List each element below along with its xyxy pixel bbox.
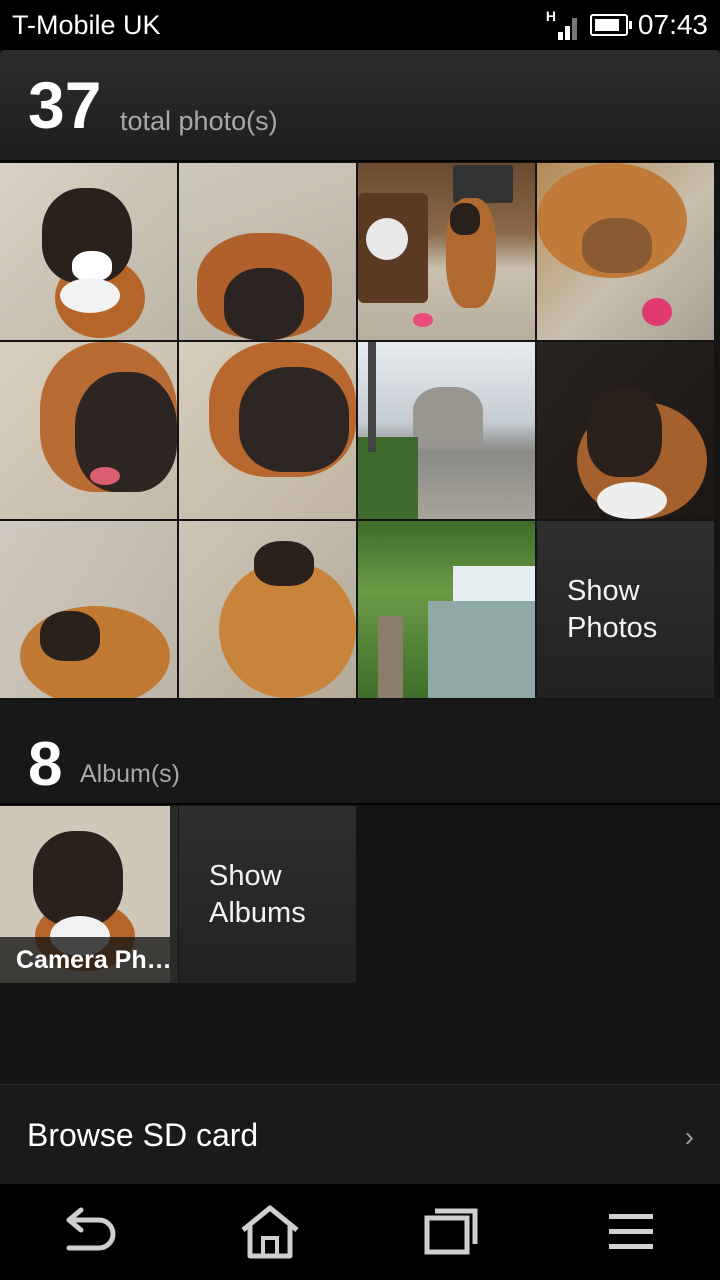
album-stack-edge	[170, 806, 178, 983]
status-icons: H 07:43	[546, 8, 708, 42]
album-count: 8	[28, 730, 63, 799]
browse-sd-card-label: Browse SD card	[27, 1117, 259, 1153]
photo-thumbnail[interactable]	[179, 342, 356, 519]
photo-thumbnail[interactable]	[0, 521, 177, 698]
status-bar: T-Mobile UK H 07:43	[0, 0, 720, 50]
show-photos-line1: Show	[567, 575, 640, 607]
albums-divider	[0, 803, 720, 805]
photo-thumbnail[interactable]	[0, 163, 177, 340]
photo-count: 37	[28, 68, 102, 142]
show-albums-line1: Show	[209, 860, 282, 892]
album-count-label: Album(s)	[80, 760, 181, 788]
show-photos-button[interactable]: Show Photos	[537, 521, 714, 698]
show-albums-button[interactable]: Show Albums	[179, 806, 356, 983]
show-albums-label: Show Albums	[209, 858, 306, 932]
clock: 07:43	[637, 9, 708, 40]
signal-icon: H	[545, 8, 580, 40]
photo-count-label: total photo(s)	[120, 106, 278, 136]
photo-thumbnail[interactable]	[537, 163, 714, 340]
photo-thumbnail[interactable]	[179, 163, 356, 340]
chevron-right-icon: ›	[684, 1121, 694, 1152]
browse-sd-card-row[interactable]: Browse SD card ›	[0, 1084, 720, 1185]
photo-thumbnail[interactable]	[358, 521, 535, 698]
battery-fill	[594, 19, 619, 31]
header-divider	[0, 160, 720, 162]
recent-apps-icon[interactable]	[415, 1202, 485, 1262]
back-icon[interactable]	[55, 1202, 125, 1262]
photos-header[interactable]: 37 total photo(s)	[0, 50, 720, 160]
home-icon[interactable]	[235, 1202, 305, 1262]
carrier-name: T-Mobile UK	[12, 10, 161, 40]
network-type: H	[545, 8, 557, 24]
photo-thumbnail[interactable]	[358, 163, 535, 340]
show-photos-label: Show Photos	[567, 573, 657, 647]
battery-icon	[589, 14, 632, 36]
photo-thumbnail[interactable]	[537, 342, 714, 519]
album-name: Camera Ph…	[0, 937, 170, 983]
show-albums-line2: Albums	[209, 897, 306, 929]
menu-icon[interactable]	[595, 1202, 665, 1262]
photo-thumbnail[interactable]	[358, 342, 535, 519]
album-thumbnail[interactable]: Camera Ph…	[0, 806, 170, 983]
photo-thumbnail[interactable]	[179, 521, 356, 698]
navigation-bar	[0, 1184, 720, 1280]
albums-header[interactable]: 8 Album(s)	[0, 700, 720, 803]
show-photos-line2: Photos	[567, 612, 658, 644]
photo-thumbnail[interactable]	[0, 342, 177, 519]
